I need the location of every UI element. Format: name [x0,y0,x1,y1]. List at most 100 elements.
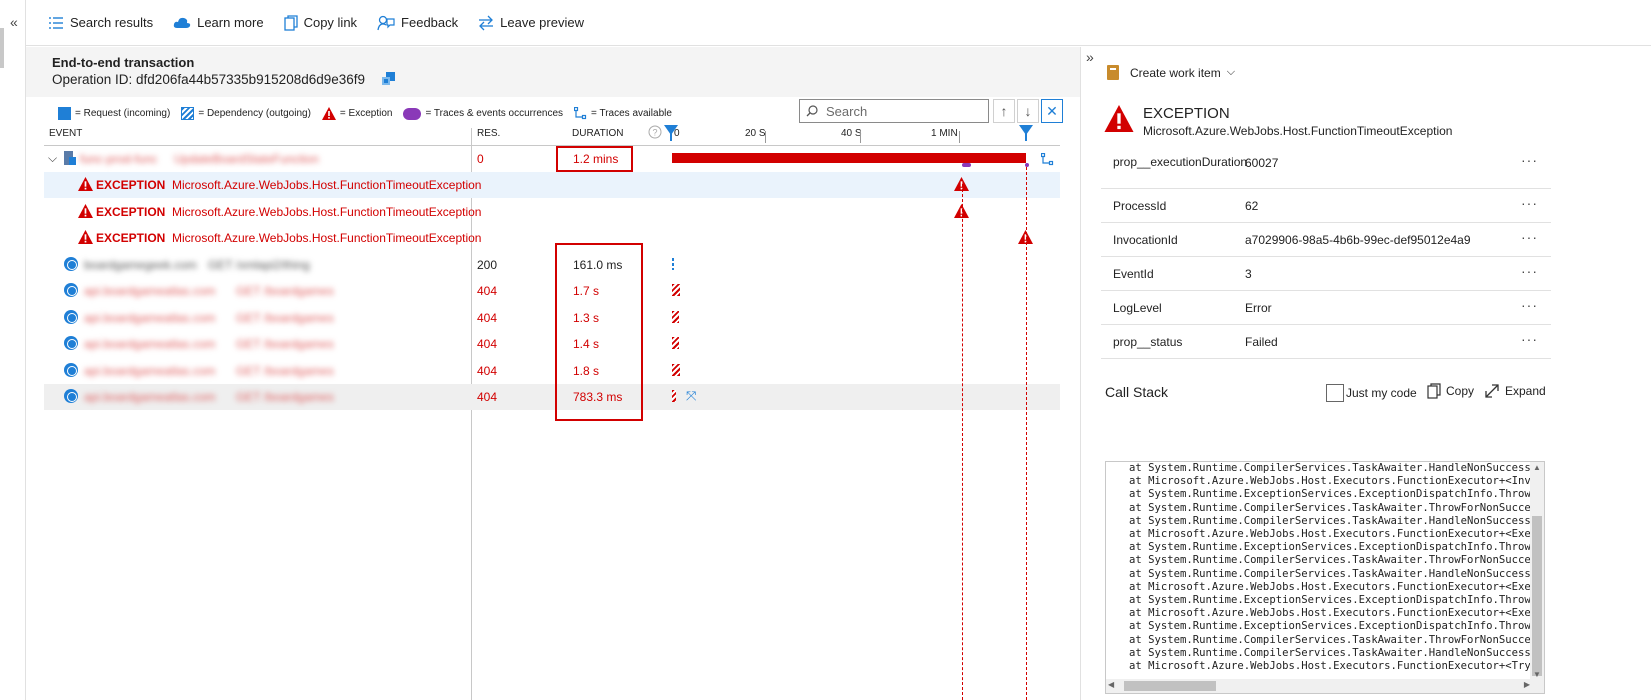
scroll-thumb[interactable] [1532,516,1542,676]
exception-label: EXCEPTION [96,205,166,219]
cloud-icon [173,17,191,28]
request-result-code: 0 [477,152,484,166]
dependency-result-code: 404 [477,390,498,404]
table-row-request[interactable]: ⌵ func-prod-func UpdateBoardStateFunctio… [44,146,1060,172]
call-stack-line: at System.Runtime.ExceptionServices.Exce… [1129,594,1531,607]
call-stack-line: at System.Runtime.CompilerServices.TaskA… [1129,567,1538,580]
column-header-res: RES. [477,128,501,139]
call-stack-horizontal-scrollbar[interactable]: ◀ ▶ [1106,679,1532,693]
leave-preview-button[interactable]: Leave preview [478,15,584,31]
scroll-down-icon[interactable]: ▼ [1533,670,1541,679]
exception-warning-icon [321,107,336,120]
dependency-detail: GET /boardgames [236,311,334,325]
collapse-left-icon[interactable]: « [10,14,18,30]
more-options-icon[interactable]: ··· [1521,152,1538,168]
request-duration-bar[interactable] [672,153,1026,163]
copy-operation-id-icon[interactable] [382,72,396,86]
property-row[interactable]: InvocationId a7029906-98a5-4b6b-99ec-def… [1101,223,1551,257]
dependency-globe-icon [64,310,78,324]
create-work-item-button[interactable]: Create work item ⌵ [1107,65,1235,80]
call-stack-title: Call Stack [1105,384,1169,400]
copy-call-stack-button[interactable]: Copy [1427,383,1474,399]
details-pane: » Create work item ⌵ EXCEPTION Microsoft… [1080,47,1651,700]
tick-mark [765,131,766,143]
more-options-icon[interactable]: ··· [1521,297,1538,313]
dependency-duration-bar[interactable] [672,311,679,323]
scroll-right-icon[interactable]: ▶ [1524,680,1530,689]
dependency-duration-bar[interactable] [672,364,680,376]
call-stack-line: at System.Runtime.CompilerServices.TaskA… [1129,554,1538,567]
zoom-to-item-icon[interactable]: ⤧ [686,388,696,404]
call-stack-line: at Microsoft.Azure.WebJobs.Host.Executor… [1129,528,1538,541]
timeline-search-input[interactable]: Search [799,99,989,123]
trace-occurrence-marker[interactable] [962,163,971,167]
table-row-exception[interactable]: EXCEPTION Microsoft.Azure.WebJobs.Host.F… [44,199,1060,225]
search-results-button[interactable]: Search results [48,15,153,30]
dependency-target: api.boardgameatlas.com [84,390,216,404]
exception-message: Microsoft.Azure.WebJobs.Host.FunctionTim… [172,231,482,245]
call-stack-line: at Microsoft.Azure.WebJobs.Host.Executor… [1129,660,1538,673]
table-row-exception[interactable]: EXCEPTION Microsoft.Azure.WebJobs.Host.F… [44,225,1060,251]
legend-traces-available: = Traces available [574,107,672,120]
table-row-dependency[interactable]: api.boardgameatlas.com GET /boardgames 4… [44,384,1060,410]
table-row-dependency[interactable]: api.boardgameatlas.com GET /boardgames 4… [44,331,1060,357]
next-match-button[interactable]: ↓ [1017,99,1039,123]
copy-link-label: Copy link [303,15,358,30]
more-options-icon[interactable]: ··· [1521,229,1538,245]
table-row-dependency[interactable]: api.boardgameatlas.com GET /boardgames 4… [44,305,1060,331]
scroll-left-icon[interactable]: ◀ [1108,680,1114,689]
checkbox-box[interactable] [1326,384,1344,402]
traces-available-icon[interactable] [1041,153,1054,166]
help-icon[interactable]: ? [648,125,662,139]
dependency-globe-icon [64,363,78,377]
table-row-exception[interactable]: EXCEPTION Microsoft.Azure.WebJobs.Host.F… [44,172,1060,198]
leave-preview-label: Leave preview [500,15,584,30]
dependency-duration-bar[interactable] [672,284,680,296]
dependency-duration-bar[interactable] [672,390,676,402]
dependency-duration-bar[interactable] [672,258,674,270]
feedback-button[interactable]: Feedback [377,15,458,31]
dependency-detail: GET /xmlapi2/thing [208,258,310,272]
property-value: Error [1245,301,1272,315]
call-stack-vertical-scrollbar[interactable]: ▲ ▼ [1530,462,1544,693]
property-row[interactable]: LogLevel Error ··· [1101,291,1551,325]
call-stack-box[interactable]: at System.Runtime.CompilerServices.TaskA… [1105,461,1545,694]
just-my-code-label: Just my code [1346,386,1417,400]
property-row[interactable]: EventId 3 ··· [1101,257,1551,291]
more-options-icon[interactable]: ··· [1521,195,1538,211]
scroll-up-icon[interactable]: ▲ [1533,463,1541,472]
create-work-item-label: Create work item [1130,65,1221,80]
timeline-end-handle-icon[interactable] [1019,125,1033,141]
previous-match-button[interactable]: ↑ [993,99,1015,123]
table-row-dependency[interactable]: boardgamegeek.com GET /xmlapi2/thing 200… [44,252,1060,278]
call-stack-line: at Microsoft.Azure.WebJobs.Host.Executor… [1129,607,1538,620]
copy-link-button[interactable]: Copy link [283,14,358,31]
table-row-dependency[interactable]: api.boardgameatlas.com GET /boardgames 4… [44,358,1060,384]
tick-label-40s: 40 S [841,128,862,139]
transaction-title: End-to-end transaction [52,55,195,70]
dependency-duration-bar[interactable] [672,337,679,349]
collapse-right-icon[interactable]: » [1086,49,1094,65]
just-my-code-checkbox[interactable]: Just my code [1326,384,1417,402]
property-row[interactable]: prop__executionDuration 60027 ··· [1101,143,1551,189]
property-row[interactable]: prop__status Failed ··· [1101,325,1551,359]
exception-warning-icon [78,204,93,218]
svg-text:?: ? [652,128,657,138]
chevron-down-icon[interactable]: ⌵ [48,151,57,166]
dependency-result-code: 404 [477,337,498,351]
table-row-dependency[interactable]: api.boardgameatlas.com GET /boardgames 4… [44,278,1060,304]
more-options-icon[interactable]: ··· [1521,331,1538,347]
scroll-thumb[interactable] [1124,681,1216,691]
learn-more-button[interactable]: Learn more [173,15,264,30]
property-row[interactable]: ProcessId 62 ··· [1101,189,1551,223]
close-search-button[interactable]: ✕ [1041,99,1063,123]
legend-dependency-label: = Dependency (outgoing) [198,108,311,119]
left-rail-scrollbar[interactable] [0,28,4,68]
dependency-target: api.boardgameatlas.com [84,364,216,378]
close-icon: ✕ [1046,102,1058,119]
more-options-icon[interactable]: ··· [1521,263,1538,279]
expand-call-stack-button[interactable]: Expand [1484,383,1546,399]
search-results-label: Search results [70,15,154,30]
dependency-globe-icon [64,389,78,403]
timeline-start-handle-icon[interactable] [664,125,678,141]
